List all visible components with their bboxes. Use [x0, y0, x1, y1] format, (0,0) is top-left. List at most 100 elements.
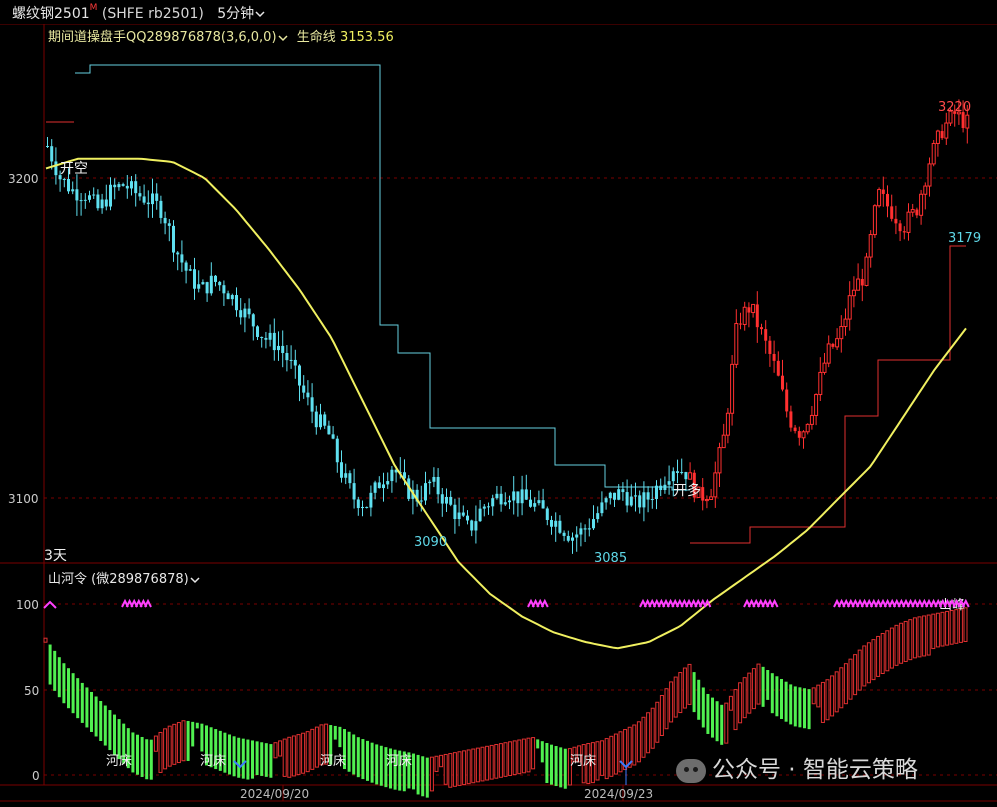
indicator-bar — [158, 731, 163, 773]
candle — [214, 274, 217, 287]
price-chart[interactable]: 3200 3100 100 50 0 2024/09/20 2024/09/23… — [0, 0, 997, 807]
candle — [797, 426, 801, 446]
indicator-bar — [559, 747, 563, 788]
indicator-bar — [246, 739, 250, 780]
indicator-bar — [153, 735, 158, 752]
candle — [197, 270, 201, 293]
candle — [621, 482, 625, 501]
indicator-bar — [67, 668, 70, 709]
candle — [898, 220, 902, 242]
indicator-bar — [798, 687, 802, 728]
candle — [927, 157, 932, 197]
indicator-bar — [655, 701, 660, 743]
candle — [79, 192, 83, 216]
candle — [453, 498, 457, 534]
indicator-bar — [903, 620, 908, 662]
indicator-bar — [140, 736, 144, 777]
indicator-bar — [181, 720, 186, 762]
indicator-bar — [949, 610, 954, 645]
candle — [667, 465, 671, 495]
candle — [159, 195, 163, 224]
candle — [188, 264, 192, 272]
candle — [323, 411, 327, 429]
candle — [704, 495, 709, 509]
indicator-bar — [673, 676, 678, 718]
candle — [537, 490, 541, 506]
days-label: 3天 — [44, 548, 67, 564]
indicator-bar — [780, 678, 783, 719]
candle — [886, 185, 889, 218]
indicator-bar — [356, 737, 360, 778]
indicator-bar — [80, 682, 84, 723]
candle — [302, 375, 306, 399]
candle — [860, 268, 864, 302]
indicator-bar — [899, 622, 904, 664]
candle — [721, 423, 726, 449]
indicator-bar — [489, 744, 494, 780]
candle — [205, 281, 209, 302]
indicator-bar — [264, 743, 268, 777]
candle — [818, 357, 823, 401]
candle — [646, 486, 650, 513]
indicator-bar — [550, 744, 553, 785]
indicator-bar — [724, 702, 729, 744]
indicator-bar — [816, 684, 821, 708]
candle — [281, 330, 285, 368]
bottom-label-1: 河床 — [106, 754, 132, 769]
indicator-bar — [917, 616, 922, 658]
candle — [890, 194, 894, 222]
indicator-bar — [830, 675, 835, 717]
candle — [319, 403, 322, 430]
indicator-bar — [466, 749, 471, 785]
indicator-bar — [375, 744, 379, 785]
sub-y-label-0: 0 — [32, 769, 40, 783]
indicator-bar — [545, 743, 549, 784]
candle — [625, 479, 629, 513]
indicator-bar — [728, 695, 733, 711]
candle — [293, 349, 297, 379]
candle — [125, 174, 129, 199]
candle — [62, 177, 66, 188]
indicator-bar — [669, 681, 674, 723]
indicator-bar — [789, 684, 793, 725]
indicator-bar — [508, 741, 513, 776]
indicator-bar — [536, 739, 540, 749]
low-label-1: 3090 — [414, 535, 447, 550]
indicator-bar — [361, 739, 365, 780]
candle — [655, 480, 658, 510]
high-label: 3220 — [938, 100, 971, 115]
indicator-bar — [291, 735, 296, 777]
candle — [596, 506, 600, 523]
indicator-bar — [503, 742, 508, 777]
indicator-bar — [269, 744, 273, 778]
candle — [415, 484, 419, 507]
indicator-bar — [163, 728, 168, 770]
low-label-2: 3085 — [594, 551, 627, 566]
indicator-bar — [526, 737, 531, 773]
indicator-bar — [825, 679, 830, 721]
indicator-bar — [641, 716, 646, 758]
indicator-bar — [412, 753, 415, 790]
resistance-stair-line — [75, 64, 690, 491]
signal-short-label: 开空 — [60, 161, 88, 177]
indicator-bar — [237, 737, 241, 778]
watermark-text: 公众号 · 智能云策略 — [712, 757, 918, 783]
candle — [96, 189, 100, 211]
indicator-bar — [186, 720, 190, 761]
candle — [100, 193, 104, 214]
candle — [138, 186, 142, 201]
date-label-1: 2024/09/20 — [240, 787, 309, 801]
indicator-bar — [241, 738, 245, 779]
candle — [432, 467, 436, 488]
bottom-label-2: 河床 — [200, 754, 226, 769]
candle — [50, 139, 54, 170]
indicator-bar — [770, 673, 774, 714]
candle — [751, 303, 756, 318]
indicator-bar — [945, 610, 950, 646]
candle — [533, 497, 537, 512]
candle — [243, 303, 247, 333]
indicator-bar — [697, 679, 701, 720]
indicator-bar — [682, 667, 687, 709]
candle — [814, 393, 819, 426]
candle — [583, 524, 587, 543]
